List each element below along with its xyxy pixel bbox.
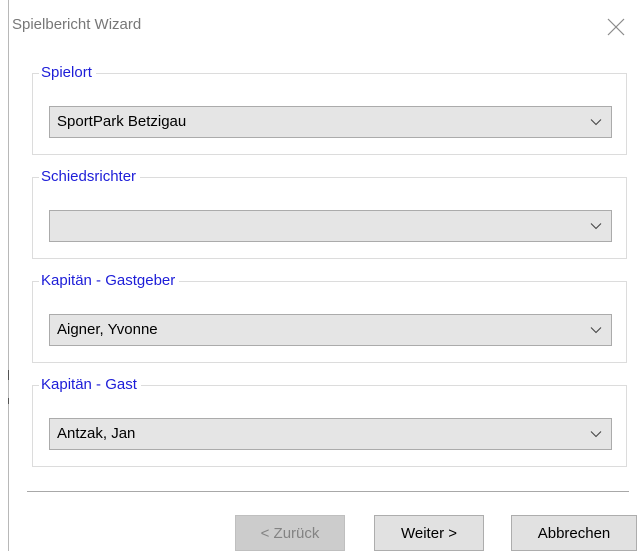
group-spielort: Spielort SportPark Betzigau — [32, 62, 627, 155]
wizard-dialog: Spielbericht Wizard Spielort SportPark B… — [9, 0, 638, 551]
group-kapitaen-gastgeber: Kapitän - Gastgeber Aigner, Yvonne — [32, 270, 627, 363]
group-label-kapitaen-gastgeber: Kapitän - Gastgeber — [39, 270, 180, 292]
close-icon — [607, 18, 625, 36]
group-schiedsrichter: Schiedsrichter — [32, 166, 627, 259]
kapitaen-gast-dropdown[interactable]: Antzak, Jan — [49, 418, 612, 450]
footer-separator — [27, 491, 629, 492]
kapitaen-gastgeber-dropdown[interactable]: Aigner, Yvonne — [49, 314, 612, 346]
cancel-button[interactable]: Abbrechen — [511, 515, 637, 551]
group-label-kapitaen-gast: Kapitän - Gast — [39, 374, 141, 396]
kapitaen-gast-selected-value: Antzak, Jan — [57, 425, 136, 442]
group-kapitaen-gast: Kapitän - Gast Antzak, Jan — [32, 374, 627, 467]
chevron-down-icon — [590, 119, 602, 126]
close-button[interactable] — [605, 16, 627, 38]
group-label-schiedsrichter: Schiedsrichter — [39, 166, 141, 188]
next-button[interactable]: Weiter > — [374, 515, 484, 551]
chevron-down-icon — [590, 431, 602, 438]
schiedsrichter-dropdown[interactable] — [49, 210, 612, 242]
back-button[interactable]: < Zurück — [235, 515, 345, 551]
kapitaen-gastgeber-selected-value: Aigner, Yvonne — [57, 321, 158, 338]
window-title: Spielbericht Wizard — [12, 16, 142, 33]
spielort-dropdown[interactable]: SportPark Betzigau — [49, 106, 612, 138]
spielort-selected-value: SportPark Betzigau — [57, 113, 187, 130]
chevron-down-icon — [590, 327, 602, 334]
chevron-down-icon — [590, 223, 602, 230]
group-label-spielort: Spielort — [39, 62, 96, 84]
